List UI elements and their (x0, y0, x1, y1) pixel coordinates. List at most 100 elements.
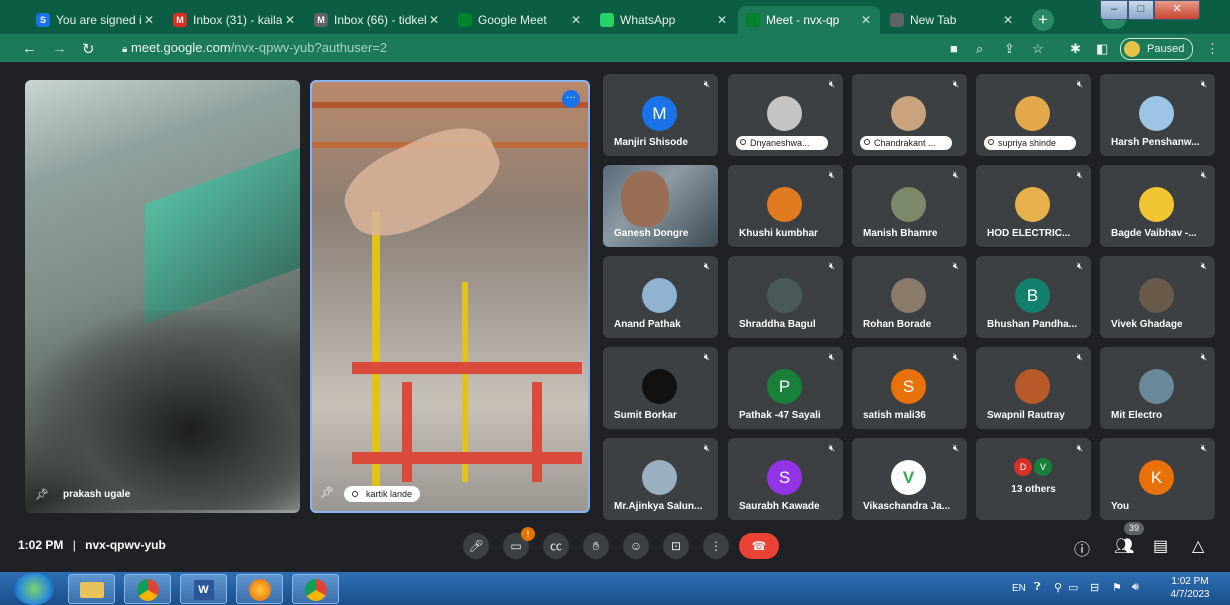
more-options-icon[interactable]: ··· (562, 90, 580, 108)
close-tab-icon[interactable]: ✕ (282, 13, 298, 27)
browser-tab[interactable]: WhatsApp ✕ (592, 6, 736, 34)
participant-name: Manish Bhamre (863, 228, 938, 239)
tray-monitor-icon[interactable]: ▭ (1068, 581, 1078, 594)
people-icon[interactable]: 👥︎ (1114, 536, 1134, 556)
participant-tile[interactable]: 🔇︎ K You (1100, 438, 1215, 520)
firefox-icon[interactable] (236, 574, 283, 604)
browser-tab[interactable]: Google Meet ✕ (450, 6, 590, 34)
camera-button[interactable]: ▭ ! (503, 527, 535, 559)
participant-tile[interactable]: 🔇︎ V Vikaschandra Ja... (852, 438, 967, 520)
chrome-active-icon[interactable] (292, 574, 339, 604)
participant-tile[interactable]: 🔇︎ Chandrakant ... (852, 74, 967, 156)
participant-tile[interactable]: 🔇︎ P Pathak -47 Sayali (728, 347, 843, 429)
side-panel-icon[interactable]: ◧ (1096, 41, 1108, 57)
tray-network-icon[interactable]: ⊟ (1090, 581, 1099, 594)
system-clock[interactable]: 1:02 PM 4/7/2023 (1160, 575, 1220, 601)
language-indicator[interactable]: EN (1012, 583, 1026, 594)
participant-tile[interactable]: 🔇︎ Anand Pathak (603, 256, 718, 338)
pinned-video-prakash[interactable]: 📌︎ prakash ugale (25, 80, 300, 513)
file-explorer-icon[interactable] (68, 574, 115, 604)
participant-tile[interactable]: 🔇︎ D V 13 others (976, 438, 1091, 520)
participant-tile[interactable]: 🔇︎ Vivek Ghadage (1100, 256, 1215, 338)
pin-icon[interactable]: 📌︎ (35, 488, 49, 501)
raise-hand-button[interactable]: ✋︎ (583, 533, 609, 559)
volume-icon[interactable]: 🔊︎ (1132, 581, 1139, 594)
participant-tile[interactable]: 🔇︎ Mr.Ajinkya Salun... (603, 438, 718, 520)
participant-tile[interactable]: 🔇︎ Swapnil Rautray (976, 347, 1091, 429)
url-field[interactable]: 🔒︎ meet.google.com/nvx-qpwv-yub?authuser… (112, 36, 952, 60)
participant-tile[interactable]: 🔇︎ Manish Bhamre (852, 165, 967, 247)
tab-favicon-icon: S (36, 13, 50, 27)
browser-menu-icon[interactable]: ⋮ (1206, 41, 1219, 57)
back-arrow-icon[interactable]: ← (22, 40, 37, 57)
tab-favicon-icon (890, 13, 904, 27)
close-tab-icon[interactable]: ✕ (568, 13, 584, 27)
mic-button[interactable]: 🎤︎ (463, 533, 489, 559)
participant-tile[interactable]: 🔇︎ Mit Electro (1100, 347, 1215, 429)
participant-tile[interactable]: 🔇︎ Bagde Vaibhav -... (1100, 165, 1215, 247)
participant-tile[interactable]: 🔇︎ Khushi kumbhar (728, 165, 843, 247)
participant-tile[interactable]: 🔇︎ S Saurabh Kawade (728, 438, 843, 520)
participant-tile[interactable]: 🔇︎ Sumit Borkar (603, 347, 718, 429)
bookmark-star-icon[interactable]: ☆ (1032, 41, 1044, 57)
start-button-icon[interactable] (14, 573, 54, 605)
avatar (1015, 187, 1050, 222)
extensions-icon[interactable]: ✱ (1070, 41, 1081, 57)
participant-tile[interactable]: 🔇︎ supriya shinde (976, 74, 1091, 156)
participant-tile[interactable]: 🔇︎ Shraddha Bagul (728, 256, 843, 338)
camera-indicator-icon[interactable]: ■ (950, 41, 958, 56)
leave-call-button[interactable]: ☎ (739, 533, 779, 559)
participant-tile[interactable]: 🔇︎ Harsh Penshanw... (1100, 74, 1215, 156)
browser-tab[interactable]: New Tab ✕ (882, 6, 1022, 34)
share-icon[interactable]: ⇪ (1004, 41, 1015, 57)
maximize-button[interactable]: □ (1128, 0, 1154, 20)
tab-title: You are signed in a (56, 13, 141, 27)
participant-tile[interactable]: Ganesh Dongre (603, 165, 718, 247)
avatar: P (767, 369, 802, 404)
meeting-details-icon[interactable]: ⓘ (1074, 536, 1090, 560)
more-options-button[interactable]: ⋮ (703, 533, 729, 559)
minimize-button[interactable]: – (1100, 0, 1128, 20)
participant-tile[interactable]: 🔇︎ B Bhushan Pandha... (976, 256, 1091, 338)
browser-tab[interactable]: M Inbox (66) - tidkek ✕ (306, 6, 448, 34)
close-window-button[interactable]: ✕ (1154, 0, 1200, 20)
clock-time: 1:02 PM (1171, 576, 1209, 587)
close-tab-icon[interactable]: ✕ (426, 13, 442, 27)
forward-arrow-icon[interactable]: → (52, 40, 67, 57)
tray-flag-icon[interactable]: ⚑ (1112, 581, 1122, 594)
chrome-icon[interactable] (124, 574, 171, 604)
close-tab-icon[interactable]: ✕ (1000, 13, 1016, 27)
word-icon[interactable]: W (180, 574, 227, 604)
activities-icon[interactable]: △ (1192, 536, 1204, 556)
pin-icon[interactable]: 📌︎ (320, 486, 334, 499)
reload-icon[interactable]: ↻ (82, 40, 95, 58)
browser-tab[interactable]: M Inbox (31) - kailas ✕ (165, 6, 304, 34)
muted-mic-icon: 🔇︎ (1200, 261, 1207, 272)
browser-tab[interactable]: S You are signed in a✕ (28, 6, 163, 34)
muted-mic-icon: 🔇︎ (1200, 79, 1207, 90)
participant-tile[interactable]: 🔇︎ HOD ELECTRIC... (976, 165, 1091, 247)
emoji-button[interactable]: ☺ (623, 533, 649, 559)
profile-paused-button[interactable]: Paused (1120, 38, 1194, 60)
participant-count-badge: 39 (1124, 522, 1144, 535)
new-tab-button[interactable]: + (1032, 9, 1054, 31)
avatar (767, 96, 802, 131)
participant-tile[interactable]: 🔇︎ Rohan Borade (852, 256, 967, 338)
present-button[interactable]: ⊡ (663, 533, 689, 559)
chat-icon[interactable]: ▤ (1153, 536, 1168, 556)
close-tab-icon[interactable]: ✕ (714, 13, 730, 27)
close-tab-icon[interactable]: ✕ (141, 13, 157, 27)
browser-tab[interactable]: Meet - nvx-qp ✕ (738, 6, 880, 34)
avatar (1015, 96, 1050, 131)
close-tab-icon[interactable]: ✕ (858, 13, 874, 27)
participant-name: Bagde Vaibhav -... (1111, 228, 1197, 239)
tray-pen-icon[interactable]: ⚲ (1054, 581, 1062, 594)
participant-tile[interactable]: 🔇︎ Ssatish mali36 (852, 347, 967, 429)
participant-tile[interactable]: 🔇︎ Dnyaneshwa... (728, 74, 843, 156)
pinned-name-pill: kartik lande (344, 486, 421, 502)
zoom-search-icon[interactable]: ⌕ (976, 41, 983, 57)
participant-tile[interactable]: 🔇︎ M Manjiri Shisode (603, 74, 718, 156)
help-icon[interactable]: ❓︎ (1034, 581, 1041, 594)
pinned-video-kartik[interactable]: ··· 📌︎ kartik lande (310, 80, 590, 513)
captions-button[interactable]: ㏄ (543, 533, 569, 559)
